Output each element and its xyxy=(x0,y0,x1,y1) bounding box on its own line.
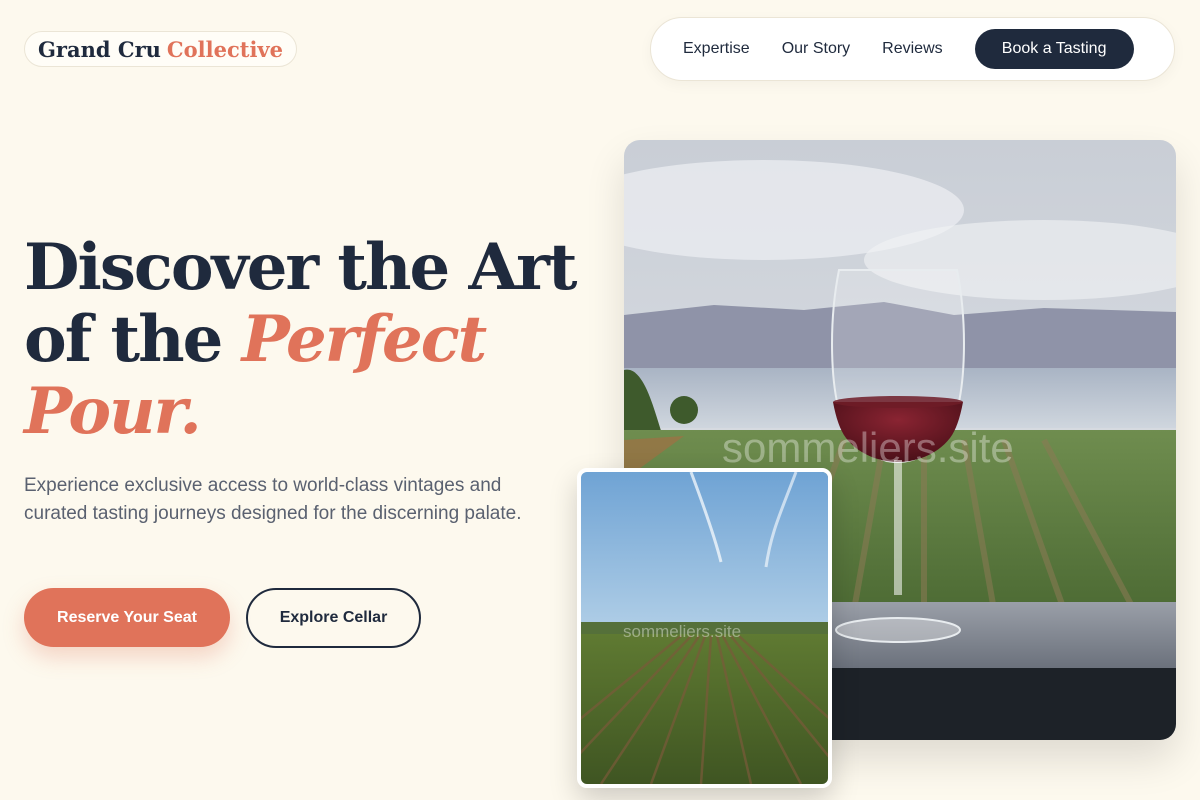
book-tasting-button[interactable]: Book a Tasting xyxy=(974,29,1134,69)
headline-accent-pour: Pour. xyxy=(24,374,202,449)
explore-cellar-button[interactable]: Explore Cellar xyxy=(246,588,421,648)
headline-line-2: of the xyxy=(24,302,223,377)
nav-link-reviews[interactable]: Reviews xyxy=(882,40,942,58)
headline-accent-perfect: Perfect xyxy=(241,302,488,377)
hero-headline: Discover the Art of the Perfect Pour. xyxy=(24,232,584,448)
reserve-seat-button[interactable]: Reserve Your Seat xyxy=(24,588,230,647)
vineyard-rows-photo: sommeliers.site xyxy=(577,468,832,788)
main-photo-watermark: sommeliers.site xyxy=(722,424,1014,471)
headline-line-1: Discover the Art xyxy=(24,230,577,305)
hero-lead-text: Experience exclusive access to world-cla… xyxy=(24,475,522,524)
brand-name-accent: Collective xyxy=(166,36,283,62)
nav-link-expertise[interactable]: Expertise xyxy=(683,40,750,58)
brand-name-primary: Grand Cru xyxy=(38,36,161,62)
brand-logo[interactable]: Grand Cru Collective xyxy=(24,31,297,67)
inset-photo-watermark: sommeliers.site xyxy=(623,622,742,641)
nav-link-our-story[interactable]: Our Story xyxy=(782,40,850,58)
main-navigation: Expertise Our Story Reviews Book a Tasti… xyxy=(650,17,1175,81)
